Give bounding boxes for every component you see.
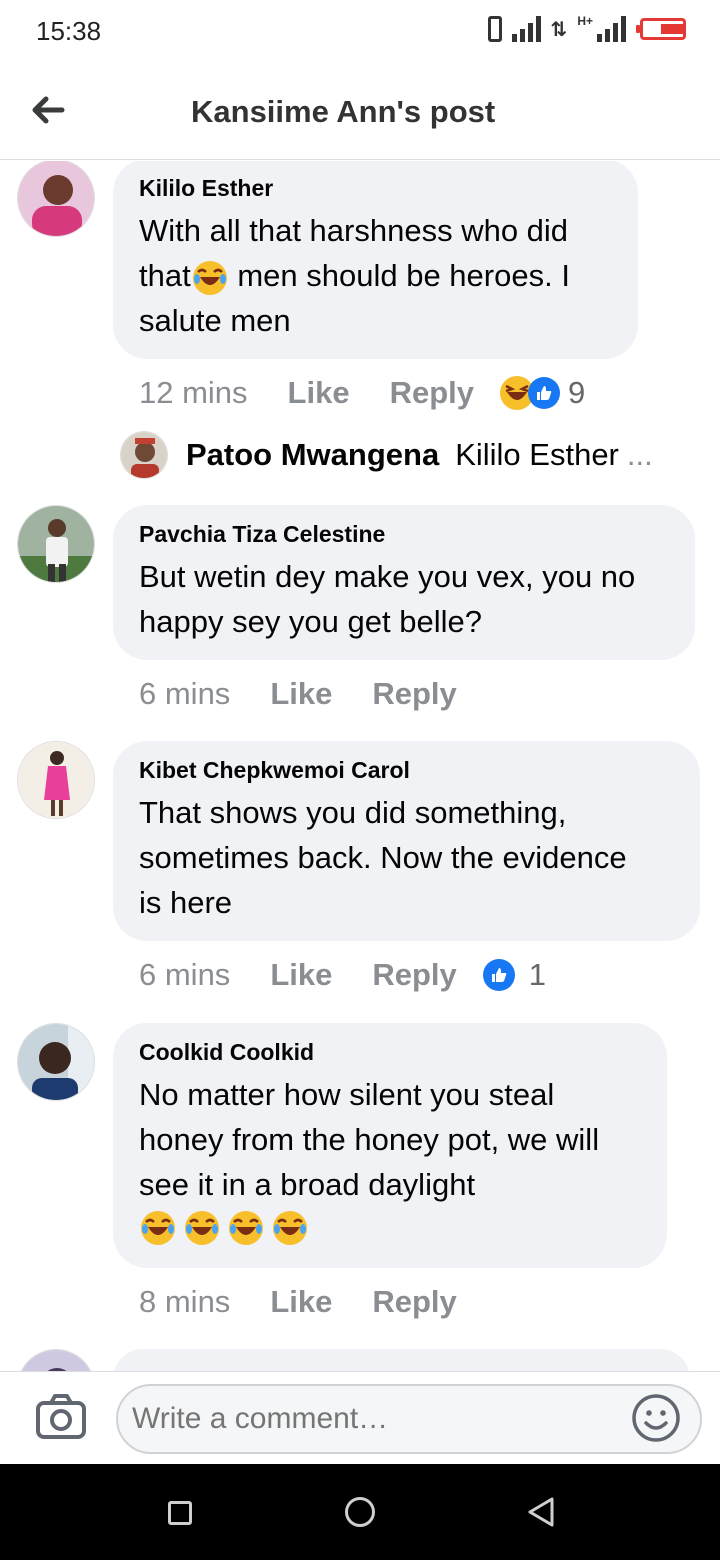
comment-time: 8 mins xyxy=(139,1284,231,1319)
comment-meta: 8 mins Like Reply xyxy=(139,1284,457,1320)
comment-meta: 6 mins Like Reply xyxy=(139,676,457,712)
avatar[interactable] xyxy=(17,505,95,583)
like-button[interactable]: Like xyxy=(288,375,350,411)
comment-author[interactable]: Pavchia Tiza Celestine xyxy=(139,521,669,548)
comment-text: That shows you did something, sometimes … xyxy=(139,795,627,920)
avatar[interactable] xyxy=(120,431,168,479)
comment-author[interactable]: Kibet Chepkwemoi Carol xyxy=(139,757,674,784)
comment-composer xyxy=(0,1371,720,1464)
vibrate-icon xyxy=(487,16,502,42)
post-header: Kansiime Ann's post xyxy=(0,66,720,160)
system-nav-bar xyxy=(0,1464,720,1560)
comment-time: 6 mins xyxy=(139,676,231,711)
like-button[interactable]: Like xyxy=(270,1284,332,1320)
laughing-emoji-icon xyxy=(141,1211,175,1245)
signal-icon-2 xyxy=(597,16,626,42)
reply-ellipsis: ... xyxy=(626,437,653,472)
status-time: 15:38 xyxy=(36,16,102,46)
nav-home-icon[interactable] xyxy=(345,1497,375,1527)
laughing-emoji-icon xyxy=(192,260,227,295)
comment-input[interactable] xyxy=(116,1384,702,1454)
comment-time: 6 mins xyxy=(139,957,231,992)
like-icon xyxy=(482,959,515,991)
comment-bubble[interactable]: Kililo Esther With all that harshness wh… xyxy=(113,161,638,359)
laughing-emoji-icon xyxy=(273,1211,307,1245)
reply-text: Kililo Esther xyxy=(455,437,619,472)
reply-button[interactable]: Reply xyxy=(372,957,456,993)
reaction-count: 1 xyxy=(528,957,547,992)
reply-button[interactable]: Reply xyxy=(372,676,456,712)
like-button[interactable]: Like xyxy=(270,957,332,993)
comment-bubble[interactable] xyxy=(113,1349,690,1371)
comment-bubble[interactable]: Pavchia Tiza Celestine But wetin dey mak… xyxy=(113,505,695,660)
comment-bubble[interactable]: Kibet Chepkwemoi Carol That shows you di… xyxy=(113,741,700,941)
comment-bubble[interactable]: Coolkid Coolkid No matter how silent you… xyxy=(113,1023,667,1268)
reply-author[interactable]: Patoo Mwangena xyxy=(186,437,439,473)
nav-back-icon[interactable] xyxy=(526,1496,556,1528)
reactions-summary[interactable]: 9 xyxy=(498,374,585,412)
emoji-row xyxy=(139,1209,641,1247)
comment-meta: 12 mins Like Reply 9 xyxy=(139,374,585,412)
comment-text: No matter how silent you steal honey fro… xyxy=(139,1072,641,1247)
comment-author[interactable]: Coolkid Coolkid xyxy=(139,1039,641,1066)
battery-icon xyxy=(636,18,686,40)
reply-button[interactable]: Reply xyxy=(390,375,474,411)
status-icons: ⇅ H+ xyxy=(487,14,686,42)
camera-icon[interactable] xyxy=(34,1390,88,1444)
comments-list[interactable]: Kililo Esther With all that harshness wh… xyxy=(0,161,720,1371)
like-button[interactable]: Like xyxy=(270,676,332,712)
avatar[interactable] xyxy=(17,1023,95,1101)
reply-button[interactable]: Reply xyxy=(372,1284,456,1320)
avatar[interactable] xyxy=(17,741,95,819)
signal-icon xyxy=(511,16,541,42)
comment-time: 12 mins xyxy=(139,375,248,410)
comment-text: But wetin dey make you vex, you no happy… xyxy=(139,559,636,639)
reactions-summary[interactable]: 1 xyxy=(482,957,547,993)
nav-recents-icon[interactable] xyxy=(168,1501,192,1525)
data-transfer-icon: ⇅ xyxy=(550,18,568,41)
laughing-emoji-icon xyxy=(229,1211,263,1245)
reply-preview[interactable]: Patoo Mwangena Kililo Esther ... xyxy=(120,431,653,479)
reaction-count: 9 xyxy=(568,375,586,410)
network-type-label: H+ xyxy=(577,14,593,28)
comment-text: With all that harshness who did that men… xyxy=(139,213,570,338)
comment-author[interactable]: Kililo Esther xyxy=(139,175,612,202)
avatar[interactable] xyxy=(17,1349,95,1371)
like-icon xyxy=(528,377,560,409)
avatar[interactable] xyxy=(17,161,95,237)
back-arrow-icon[interactable] xyxy=(28,90,68,130)
comment-meta: 6 mins Like Reply 1 xyxy=(139,957,546,993)
status-bar: 15:38 ⇅ H+ xyxy=(0,0,720,66)
smile-icon[interactable] xyxy=(630,1392,682,1444)
laughing-emoji-icon xyxy=(185,1211,219,1245)
page-title: Kansiime Ann's post xyxy=(191,94,496,129)
